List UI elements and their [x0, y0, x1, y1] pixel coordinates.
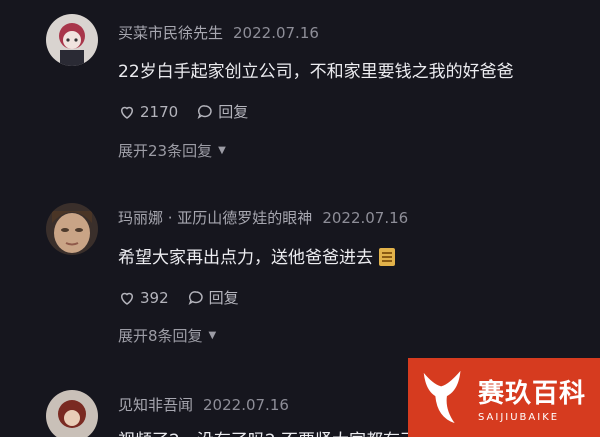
like-count: 392	[140, 288, 169, 307]
reply-bubble-icon	[188, 290, 203, 305]
username[interactable]: 玛丽娜 · 亚历山德罗娃的眼神	[118, 209, 312, 227]
username[interactable]: 见知非吾闻	[118, 396, 193, 414]
expand-replies-button[interactable]: 展开8条回复 ▼	[118, 325, 216, 346]
heart-icon	[120, 292, 134, 305]
like-button[interactable]: 2170	[118, 103, 178, 121]
expand-replies-label: 展开8条回复	[118, 327, 203, 345]
heart-icon	[120, 106, 134, 119]
avatar[interactable]	[46, 203, 98, 255]
comment-date: 2022.07.16	[233, 24, 319, 42]
reply-label: 回复	[208, 289, 239, 307]
watermark-cn: 赛玖百科	[478, 378, 587, 409]
like-count: 2170	[140, 102, 179, 121]
watermark-en: SAIJIUBAIKE	[478, 411, 560, 423]
whale-tail-icon	[423, 370, 461, 423]
comment-date: 2022.07.16	[203, 396, 289, 414]
comment-text-body: 希望大家再出点力，送他爸爸进去	[118, 248, 373, 268]
reply-button[interactable]: 回复	[196, 101, 248, 122]
comment-meta: 买菜市民徐先生 2022.07.16	[118, 22, 319, 43]
comment-date: 2022.07.16	[322, 209, 409, 227]
avatar[interactable]	[46, 14, 98, 66]
comment-actions: 2170 回复	[118, 101, 266, 122]
expand-replies-button[interactable]: 展开23条回复 ▼	[118, 140, 226, 161]
emoji-icon	[379, 248, 395, 266]
reply-label: 回复	[218, 103, 249, 121]
caret-down-icon: ▼	[208, 330, 217, 341]
caret-down-icon: ▼	[218, 145, 226, 156]
comment-meta: 玛丽娜 · 亚历山德罗娃的眼神 2022.07.16	[118, 207, 408, 228]
comment-text: 22岁白手起家创立公司，不和家里要钱之我的好爸爸	[118, 62, 514, 82]
reply-button[interactable]: 回复	[187, 287, 239, 308]
expand-replies-label: 展开23条回复	[118, 142, 213, 160]
comment-text: 希望大家再出点力，送他爸爸进去	[118, 243, 395, 268]
username[interactable]: 买菜市民徐先生	[118, 24, 223, 42]
comment-meta: 见知非吾闻 2022.07.16	[118, 394, 289, 415]
comment-text: 视频了2，没有了吗2 不要紧大家都有了	[118, 426, 417, 437]
like-button[interactable]: 392	[118, 289, 169, 307]
reply-bubble-icon	[197, 104, 212, 119]
watermark-logo: 赛玖百科 SAIJIUBAIKE	[408, 358, 600, 437]
avatar[interactable]	[46, 390, 98, 437]
comment-actions: 392 回复	[118, 287, 257, 308]
